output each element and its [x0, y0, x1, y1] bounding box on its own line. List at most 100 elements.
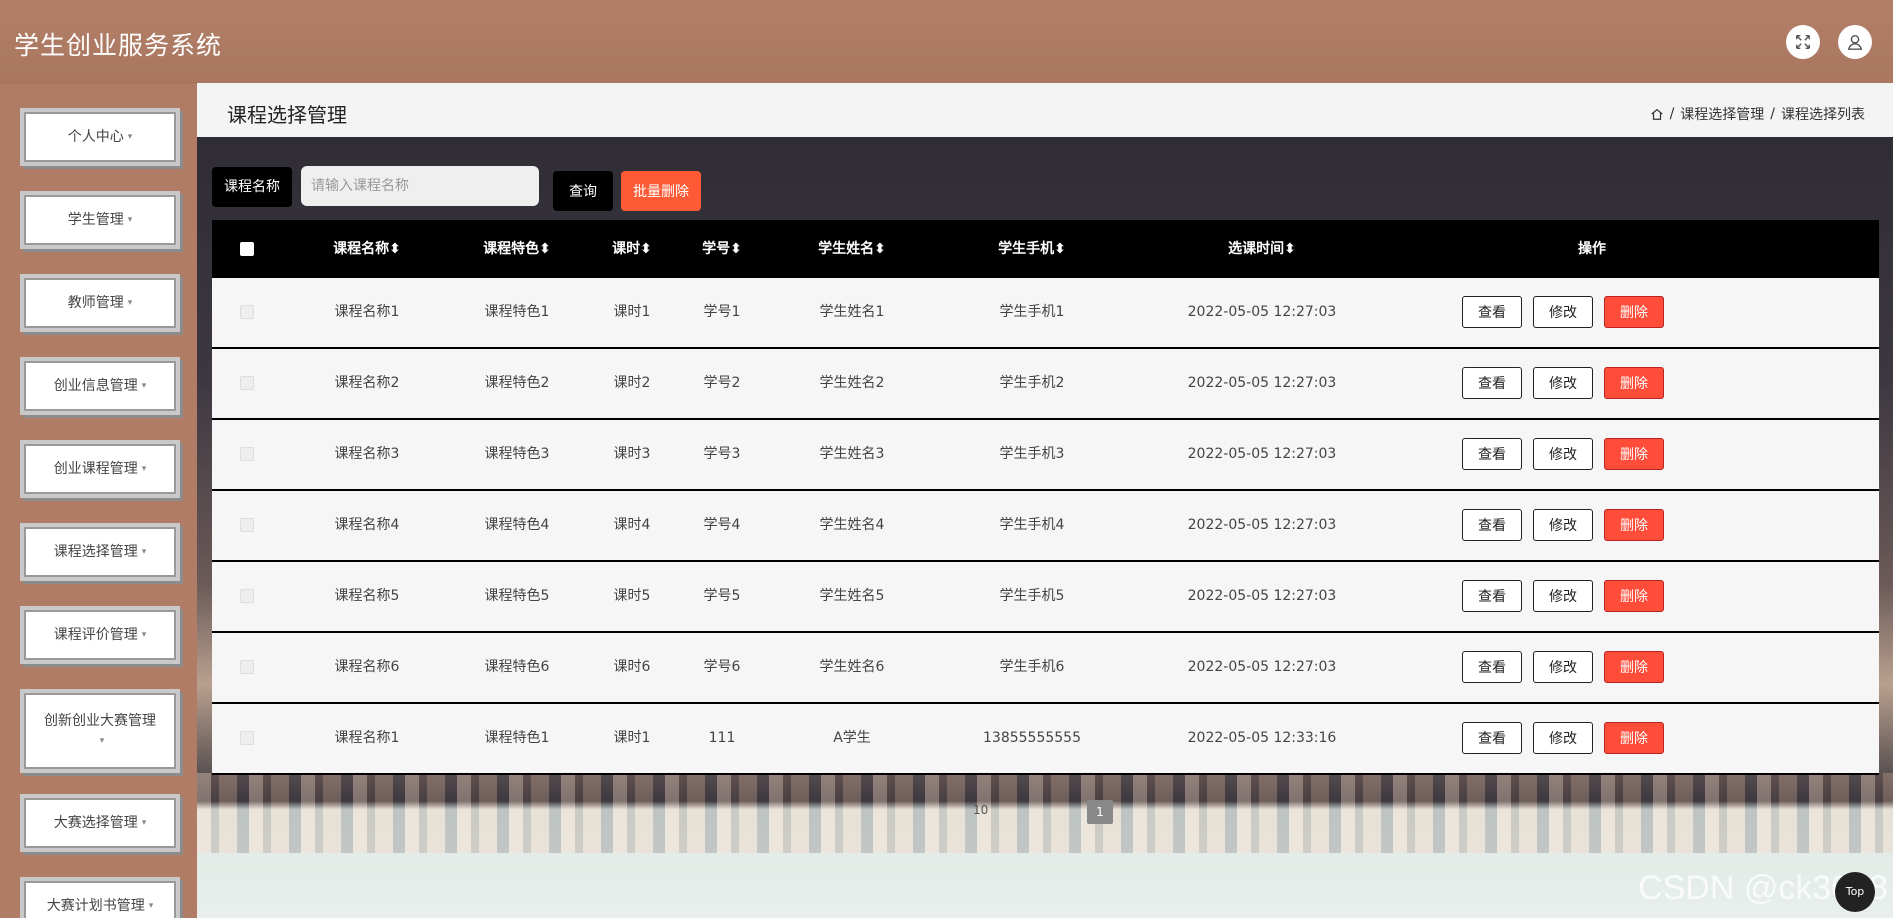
cell-course-feature: 课程特色6: [484, 659, 550, 675]
cell-selection-time: 2022-05-05 12:27:03: [1187, 446, 1337, 462]
query-button[interactable]: 查询: [553, 171, 613, 211]
cell-hours: 课时4: [613, 517, 651, 533]
home-icon[interactable]: [1650, 107, 1664, 121]
view-button[interactable]: 查看: [1462, 438, 1522, 470]
edit-button[interactable]: 修改: [1533, 296, 1593, 328]
cell-selection-time: 2022-05-05 12:27:03: [1187, 659, 1337, 675]
column-header-selection-time[interactable]: 选课时间⬍: [1172, 220, 1352, 278]
row-checkbox[interactable]: [240, 305, 254, 319]
chevron-down-icon: ▾: [141, 818, 147, 828]
sidebar-item-student[interactable]: 学生管理 ▾: [20, 191, 180, 249]
delete-button[interactable]: 删除: [1604, 367, 1664, 399]
cell-hours: 课时1: [613, 730, 651, 746]
cell-student-phone: 学生手机5: [999, 588, 1065, 604]
sort-icon: ⬍: [539, 241, 551, 257]
sidebar-item-competition-plan[interactable]: 大赛计划书管理 ▾: [20, 877, 180, 918]
table-header: 课程名称⬍ 课程特色⬍ 课时⬍ 学号⬍ 学生姓名⬍ 学生手机⬍ 选课时间⬍ 操作: [212, 220, 1879, 278]
view-button[interactable]: 查看: [1462, 296, 1522, 328]
delete-button[interactable]: 删除: [1604, 509, 1664, 541]
cell-course-name: 课程名称1: [334, 304, 400, 320]
page-title: 课程选择管理: [227, 103, 347, 127]
current-page-button[interactable]: 1: [1087, 800, 1113, 824]
cell-student-id: 学号3: [703, 446, 741, 462]
cell-course-name: 课程名称2: [334, 375, 400, 391]
delete-button[interactable]: 删除: [1604, 438, 1664, 470]
column-header-actions: 操作: [1578, 241, 1606, 257]
sidebar-item-teacher[interactable]: 教师管理 ▾: [20, 274, 180, 332]
back-to-top-button[interactable]: Top: [1835, 872, 1875, 912]
cell-hours: 课时2: [613, 375, 651, 391]
cell-selection-time: 2022-05-05 12:27:03: [1187, 517, 1337, 533]
user-button[interactable]: [1838, 25, 1872, 59]
table-body: 课程名称1 课程特色1 课时1 学号1 学生姓名1 学生手机1 2022-05-05 12:…: [212, 278, 1879, 775]
cell-course-feature: 课程特色2: [484, 375, 550, 391]
row-checkbox[interactable]: [240, 731, 254, 745]
cell-student-name: A学生: [833, 730, 871, 746]
sidebar-item-competition-selection[interactable]: 大赛选择管理 ▾: [20, 794, 180, 852]
view-button[interactable]: 查看: [1462, 509, 1522, 541]
view-button[interactable]: 查看: [1462, 722, 1522, 754]
edit-button[interactable]: 修改: [1533, 438, 1593, 470]
row-checkbox[interactable]: [240, 589, 254, 603]
cell-course-name: 课程名称5: [334, 588, 400, 604]
batch-delete-button[interactable]: 批量删除: [621, 171, 701, 211]
search-input[interactable]: [301, 166, 539, 206]
cell-selection-time: 2022-05-05 12:27:03: [1187, 375, 1337, 391]
chevron-down-icon: ▾: [99, 736, 105, 746]
breadcrumb: / 课程选择管理 / 课程选择列表: [1650, 104, 1865, 124]
column-header-course-feature[interactable]: 课程特色⬍: [457, 220, 577, 278]
delete-button[interactable]: 删除: [1604, 580, 1664, 612]
cell-student-id: 学号5: [703, 588, 741, 604]
edit-button[interactable]: 修改: [1533, 722, 1593, 754]
delete-button[interactable]: 删除: [1604, 651, 1664, 683]
select-all-checkbox[interactable]: [240, 242, 254, 256]
view-button[interactable]: 查看: [1462, 367, 1522, 399]
delete-button[interactable]: 删除: [1604, 296, 1664, 328]
table-row: 课程名称1 课程特色1 课时1 学号1 学生姓名1 学生手机1 2022-05-05 12:…: [212, 278, 1879, 349]
column-header-student-phone[interactable]: 学生手机⬍: [952, 220, 1112, 278]
cell-student-name: 学生姓名5: [819, 588, 885, 604]
cell-course-name: 课程名称6: [334, 659, 400, 675]
sidebar-item-course-selection[interactable]: 课程选择管理 ▾: [20, 523, 180, 581]
sidebar-item-course-review[interactable]: 课程评价管理 ▾: [20, 606, 180, 664]
column-header-course-name[interactable]: 课程名称⬍: [307, 220, 427, 278]
table-row: 课程名称5 课程特色5 课时5 学号5 学生姓名5 学生手机5 2022-05-05 12:…: [212, 562, 1879, 633]
edit-button[interactable]: 修改: [1533, 367, 1593, 399]
column-header-student-name[interactable]: 学生姓名⬍: [772, 220, 932, 278]
cell-hours: 课时3: [613, 446, 651, 462]
sidebar-item-startup-course[interactable]: 创业课程管理 ▾: [20, 440, 180, 498]
edit-button[interactable]: 修改: [1533, 651, 1593, 683]
row-checkbox[interactable]: [240, 447, 254, 461]
cell-course-name: 课程名称3: [334, 446, 400, 462]
cell-student-id: 学号2: [703, 375, 741, 391]
breadcrumb-level1[interactable]: 课程选择管理: [1680, 104, 1764, 124]
sort-icon: ⬍: [1054, 241, 1066, 257]
table-row: 课程名称1 课程特色1 课时1 111 A学生 13855555555 2022-05-05…: [212, 704, 1879, 775]
fullscreen-button[interactable]: [1786, 25, 1820, 59]
column-header-hours[interactable]: 课时⬍: [582, 220, 682, 278]
row-checkbox[interactable]: [240, 660, 254, 674]
sort-icon: ⬍: [640, 241, 652, 257]
cell-student-phone: 13855555555: [983, 730, 1081, 746]
search-label: 课程名称: [212, 167, 292, 207]
table-row: 课程名称4 课程特色4 课时4 学号4 学生姓名4 学生手机4 2022-05-05 12:…: [212, 491, 1879, 562]
sidebar-item-startup-info[interactable]: 创业信息管理 ▾: [20, 357, 180, 415]
cell-student-name: 学生姓名6: [819, 659, 885, 675]
cell-course-name: 课程名称1: [334, 730, 400, 746]
cell-course-name: 课程名称4: [334, 517, 400, 533]
row-checkbox[interactable]: [240, 518, 254, 532]
user-icon: [1847, 34, 1863, 50]
view-button[interactable]: 查看: [1462, 580, 1522, 612]
row-checkbox[interactable]: [240, 376, 254, 390]
cell-hours: 课时6: [613, 659, 651, 675]
edit-button[interactable]: 修改: [1533, 509, 1593, 541]
sidebar-item-competition[interactable]: 创新创业大赛管理 ▾: [20, 689, 180, 773]
page-size[interactable]: 10: [973, 803, 988, 817]
column-header-student-id[interactable]: 学号⬍: [672, 220, 772, 278]
view-button[interactable]: 查看: [1462, 651, 1522, 683]
delete-button[interactable]: 删除: [1604, 722, 1664, 754]
cell-hours: 课时5: [613, 588, 651, 604]
sidebar-item-personal-center[interactable]: 个人中心 ▾: [20, 108, 180, 166]
edit-button[interactable]: 修改: [1533, 580, 1593, 612]
cell-course-feature: 课程特色1: [484, 730, 550, 746]
